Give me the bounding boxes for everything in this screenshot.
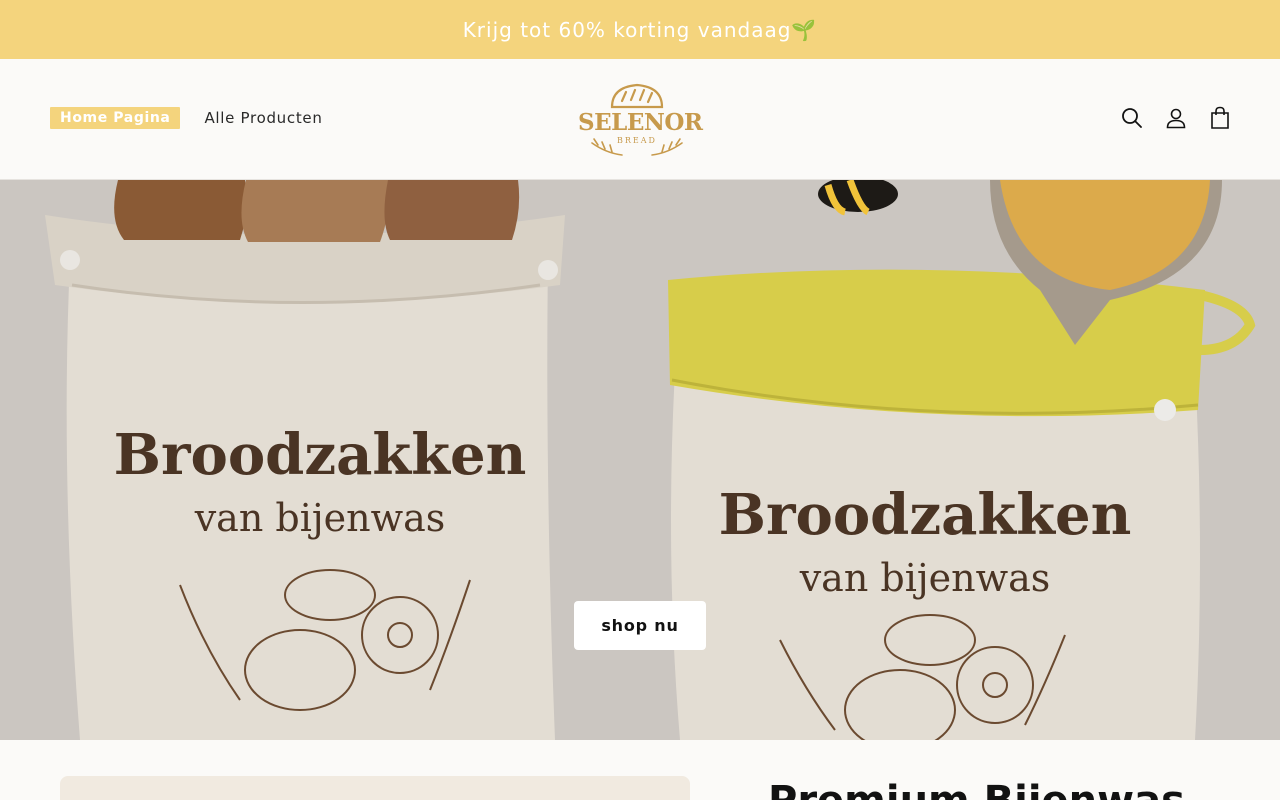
nav-all-products-link[interactable]: Alle Producten	[204, 109, 322, 127]
header-icons	[1100, 106, 1232, 130]
product-image-card	[60, 776, 690, 800]
announcement-bar: Krijg tot 60% korting vandaag🌱	[0, 0, 1280, 59]
shop-now-button[interactable]: shop nu	[574, 601, 706, 650]
logo-wordmark: SELENOR	[578, 109, 703, 136]
cart-icon[interactable]	[1208, 106, 1232, 130]
logo-subtitle: BREAD	[617, 136, 657, 145]
site-header: Home Pagina Alle Producten SELENOR BREAD	[0, 59, 1280, 180]
account-icon[interactable]	[1164, 106, 1188, 130]
announcement-text: Krijg tot 60% korting vandaag🌱	[462, 17, 818, 42]
right-bag-title: Broodzakken	[718, 482, 1132, 548]
nav-home-link[interactable]: Home Pagina	[50, 107, 181, 129]
product-section: Premium Bijenwas	[0, 740, 1280, 800]
right-bag-subtitle: van bijenwas	[799, 556, 1051, 600]
brand-logo[interactable]: SELENOR BREAD	[578, 81, 703, 161]
left-bag-title: Broodzakken	[113, 422, 527, 488]
main-nav: Home Pagina Alle Producten	[50, 107, 323, 129]
section-title: Premium Bijenwas	[768, 778, 1185, 800]
search-icon[interactable]	[1120, 106, 1144, 130]
hero-banner: Broodzakken van bijenwas Broodzakken van…	[0, 180, 1280, 740]
left-bag-subtitle: van bijenwas	[194, 496, 446, 540]
